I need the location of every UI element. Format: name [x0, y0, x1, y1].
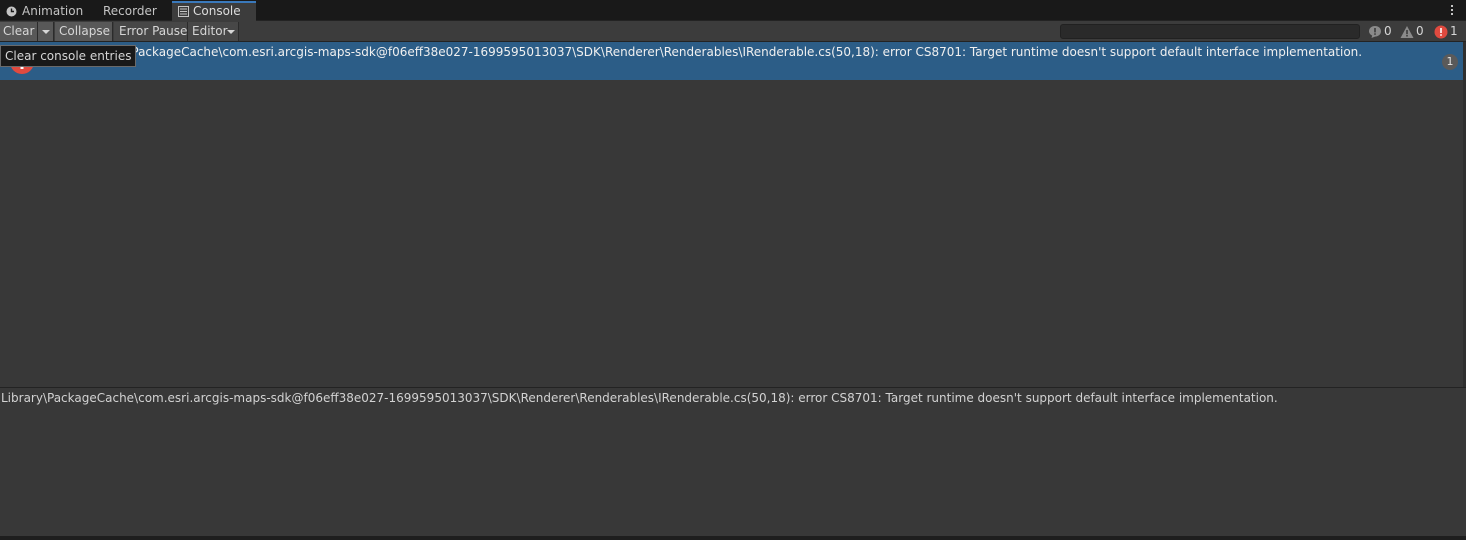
- clear-button-tooltip: Clear console entries: [0, 45, 137, 67]
- tab-animation[interactable]: Animation: [0, 2, 96, 21]
- warning-count: 0: [1416, 24, 1424, 38]
- clear-button[interactable]: Clear: [0, 22, 38, 41]
- error-count: 1: [1450, 24, 1458, 38]
- chevron-down-icon: [227, 30, 235, 34]
- log-entry-message: rary\PackageCache\com.esri.arcgis-maps-s…: [103, 45, 1363, 59]
- tab-label: Animation: [22, 4, 84, 18]
- error-icon: [1434, 25, 1448, 39]
- info-count: 0: [1384, 24, 1392, 38]
- log-detail-pane: Library\PackageCache\com.esri.arcgis-map…: [0, 388, 1466, 536]
- info-icon: [1369, 26, 1381, 38]
- tab-label: Console: [193, 4, 241, 18]
- log-entry-count-badge: 1: [1442, 54, 1458, 70]
- info-count-toggle[interactable]: 0: [1366, 23, 1392, 40]
- tab-label: Recorder: [103, 4, 157, 18]
- tab-recorder[interactable]: Recorder: [96, 2, 172, 21]
- error-pause-toggle[interactable]: Error Pause: [114, 22, 188, 41]
- more-options-icon[interactable]: [1448, 3, 1456, 17]
- collapse-toggle[interactable]: Collapse: [55, 22, 113, 41]
- console-log-list[interactable]: rary\PackageCache\com.esri.arcgis-maps-s…: [0, 42, 1466, 387]
- chevron-down-icon: [42, 30, 50, 34]
- console-icon: [178, 6, 189, 17]
- log-entry-row[interactable]: rary\PackageCache\com.esri.arcgis-maps-s…: [0, 42, 1463, 80]
- clock-icon: [6, 6, 17, 17]
- clear-options-dropdown[interactable]: [38, 22, 54, 41]
- search-input[interactable]: [1060, 24, 1360, 39]
- editor-label: Editor: [192, 24, 228, 38]
- error-count-toggle[interactable]: 1: [1432, 23, 1458, 40]
- window-bottom-edge: [0, 536, 1466, 540]
- warning-count-toggle[interactable]: 0: [1398, 23, 1424, 40]
- tab-console[interactable]: Console: [172, 1, 256, 22]
- log-detail-text: Library\PackageCache\com.esri.arcgis-map…: [1, 391, 1278, 405]
- editor-dropdown[interactable]: Editor: [188, 22, 239, 41]
- window-tab-bar: Animation Recorder Console: [0, 0, 1466, 22]
- warning-icon: [1400, 26, 1414, 38]
